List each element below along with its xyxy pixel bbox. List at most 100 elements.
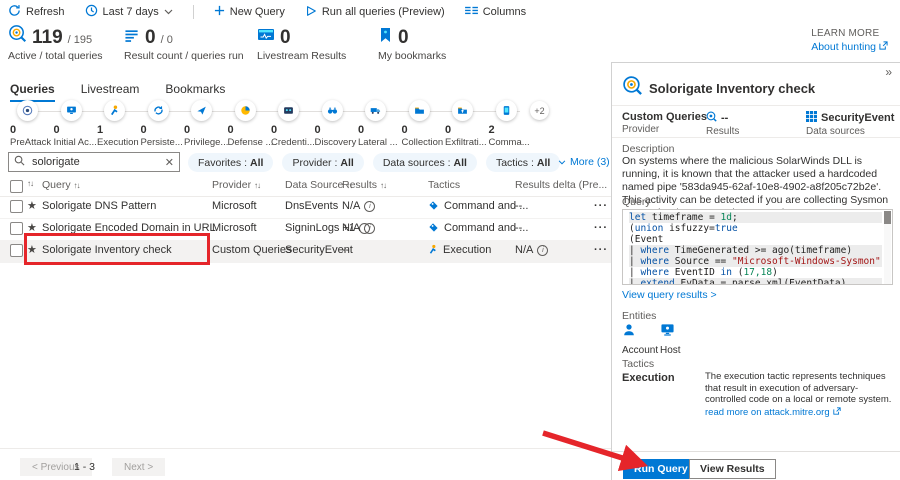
row-checkbox[interactable] — [10, 222, 23, 235]
about-hunting-link[interactable]: About hunting — [811, 41, 888, 53]
favorite-star-icon[interactable]: ★ — [27, 243, 37, 256]
column-header-query[interactable]: Query ↑↓ — [42, 179, 80, 191]
chain-label: Comma... — [489, 137, 532, 148]
refresh-button[interactable]: Refresh — [8, 4, 65, 20]
result-list-icon — [124, 28, 140, 48]
row-menu-button[interactable]: ··· — [594, 222, 608, 234]
attack-chain-item-collection[interactable]: 0Collection — [402, 100, 445, 148]
filter-favorites[interactable]: Favorites :All — [188, 153, 273, 172]
stat-total: / 195 — [68, 34, 92, 48]
columns-button[interactable]: Columns — [465, 5, 526, 19]
monitor-icon — [61, 100, 82, 121]
clear-search-icon[interactable]: ✕ — [165, 156, 174, 169]
attack-chain-item-execution[interactable]: 1Execution — [97, 100, 140, 148]
attack-chain-item-preattack[interactable]: 0PreAttack — [10, 100, 53, 148]
tab-livestream[interactable]: Livestream — [81, 82, 140, 102]
new-query-button[interactable]: New Query — [214, 5, 285, 19]
favorite-star-icon[interactable]: ★ — [27, 221, 37, 234]
next-page-button[interactable]: Next > — [112, 458, 165, 476]
panel-provider: Custom Queries Provider — [622, 111, 707, 135]
tag-icon — [428, 200, 439, 214]
stat-my-bookmarks: 0 My bookmarks — [378, 26, 446, 62]
attack-chain-item-defense[interactable]: 0Defense ... — [228, 100, 271, 148]
sort-favorites-icon[interactable]: ↑↓ — [27, 179, 33, 188]
chain-count: 0 — [445, 124, 488, 136]
collapse-panel-icon[interactable]: » — [885, 65, 892, 79]
time-range-dropdown[interactable]: Last 7 days — [85, 4, 173, 20]
chain-more-badge[interactable]: +2 — [530, 101, 549, 120]
favorite-star-icon[interactable]: ★ — [27, 199, 37, 212]
row-checkbox[interactable] — [10, 244, 23, 257]
row-checkbox[interactable] — [10, 200, 23, 213]
mask-icon — [278, 100, 299, 121]
sort-icon: ↑↓ — [74, 181, 80, 190]
results-cell: N/Ai — [342, 222, 375, 234]
info-icon[interactable]: i — [364, 201, 375, 212]
attack-chain-item-lateral[interactable]: 0Lateral ... — [358, 100, 401, 148]
table-row-selected[interactable]: ★ Solorigate Inventory check Custom Quer… — [0, 240, 612, 263]
scrollbar-thumb[interactable] — [884, 211, 891, 224]
run-all-queries-button[interactable]: Run all queries (Preview) — [305, 5, 445, 20]
command-bar: Refresh Last 7 days New Query Run all qu… — [8, 0, 526, 24]
column-header-tactics[interactable]: Tactics — [428, 179, 460, 191]
table-row[interactable]: ★ Solorigate DNS Pattern Microsoft DnsEv… — [0, 196, 612, 219]
chain-label: Initial Ac... — [54, 137, 97, 148]
query-name[interactable]: Solorigate Inventory check — [42, 244, 172, 256]
clock-icon — [85, 4, 98, 20]
row-menu-button[interactable]: ··· — [594, 200, 608, 212]
attack-chain-item-credenti[interactable]: 0Credenti... — [271, 100, 314, 148]
select-all-checkbox[interactable] — [10, 180, 23, 193]
attack-chain-item-comma[interactable]: 2Comma... — [489, 100, 532, 148]
query-detail-panel: » Solorigate Inventory check Custom Quer… — [611, 62, 900, 480]
more-filters-link[interactable]: More (3) — [558, 156, 610, 168]
view-tabs: Queries Livestream Bookmarks — [10, 82, 225, 102]
code-scrollbar[interactable] — [884, 211, 891, 285]
column-header-results-delta[interactable]: Results delta (Pre... ↑↓ — [515, 179, 616, 191]
panel-results: -- Results — [706, 111, 739, 137]
row-menu-button[interactable]: ··· — [594, 244, 608, 256]
chain-label: PreAttack — [10, 137, 53, 148]
tactic-name: Execution — [622, 372, 675, 384]
filter-data-sources[interactable]: Data sources :All — [373, 153, 477, 172]
results-cell: -- — [342, 244, 349, 256]
filter-provider[interactable]: Provider :All — [282, 153, 363, 172]
hunting-page: Refresh Last 7 days New Query Run all qu… — [0, 0, 900, 480]
chain-count: 0 — [315, 124, 358, 136]
query-code-editor[interactable]: let timeframe = 1d;(union isfuzzy=true(E… — [622, 209, 893, 285]
run-query-button[interactable]: Run Query — [623, 459, 699, 479]
results-delta-cell: -- — [515, 200, 522, 212]
column-header-results[interactable]: Results ↑↓ — [342, 179, 386, 191]
tab-queries[interactable]: Queries — [10, 82, 55, 102]
info-icon[interactable]: i — [364, 223, 375, 234]
attack-chain-item-discovery[interactable]: 0Discovery — [315, 100, 358, 148]
tactics-cell: Execution — [428, 244, 491, 258]
provider-cell: Custom Queries — [212, 244, 291, 256]
view-query-results-link[interactable]: View query results > — [622, 289, 717, 301]
query-name[interactable]: Solorigate DNS Pattern — [42, 200, 156, 212]
attack-chain-item-privilege[interactable]: 0Privilege... — [184, 100, 227, 148]
filter-tactics[interactable]: Tactics :All — [486, 153, 560, 172]
tag-icon — [428, 222, 439, 236]
data-source-cell: DnsEvents — [285, 200, 338, 212]
view-results-button[interactable]: View Results — [689, 459, 776, 479]
info-icon[interactable]: i — [537, 245, 548, 256]
chain-count: 0 — [184, 124, 227, 136]
mitre-link[interactable]: read more on attack.mitre.org — [705, 407, 841, 419]
attack-chain-item-initialac[interactable]: 0Initial Ac... — [54, 100, 97, 148]
attack-chain-item-exfiltrati[interactable]: 0Exfiltrati... — [445, 100, 488, 148]
stat-label: My bookmarks — [378, 50, 446, 62]
attack-chain-item-persiste[interactable]: 0Persiste... — [141, 100, 184, 148]
divider — [193, 5, 194, 19]
divider — [612, 105, 900, 106]
tactic-description: The execution tactic represents techniqu… — [705, 371, 893, 418]
search-input[interactable] — [30, 155, 160, 169]
table-row[interactable]: ★ Solorigate Encoded Domain in URL Micro… — [0, 218, 612, 241]
tactics-label: Tactics — [622, 358, 654, 370]
chain-count: 0 — [10, 124, 53, 136]
filter-pills: Favorites :All Provider :All Data source… — [188, 153, 560, 172]
column-header-provider[interactable]: Provider ↑↓ — [212, 179, 260, 191]
tab-bookmarks[interactable]: Bookmarks — [165, 82, 225, 102]
query-name[interactable]: Solorigate Encoded Domain in URL — [42, 222, 216, 234]
target-icon — [17, 100, 38, 121]
chain-label: Lateral ... — [358, 137, 401, 148]
